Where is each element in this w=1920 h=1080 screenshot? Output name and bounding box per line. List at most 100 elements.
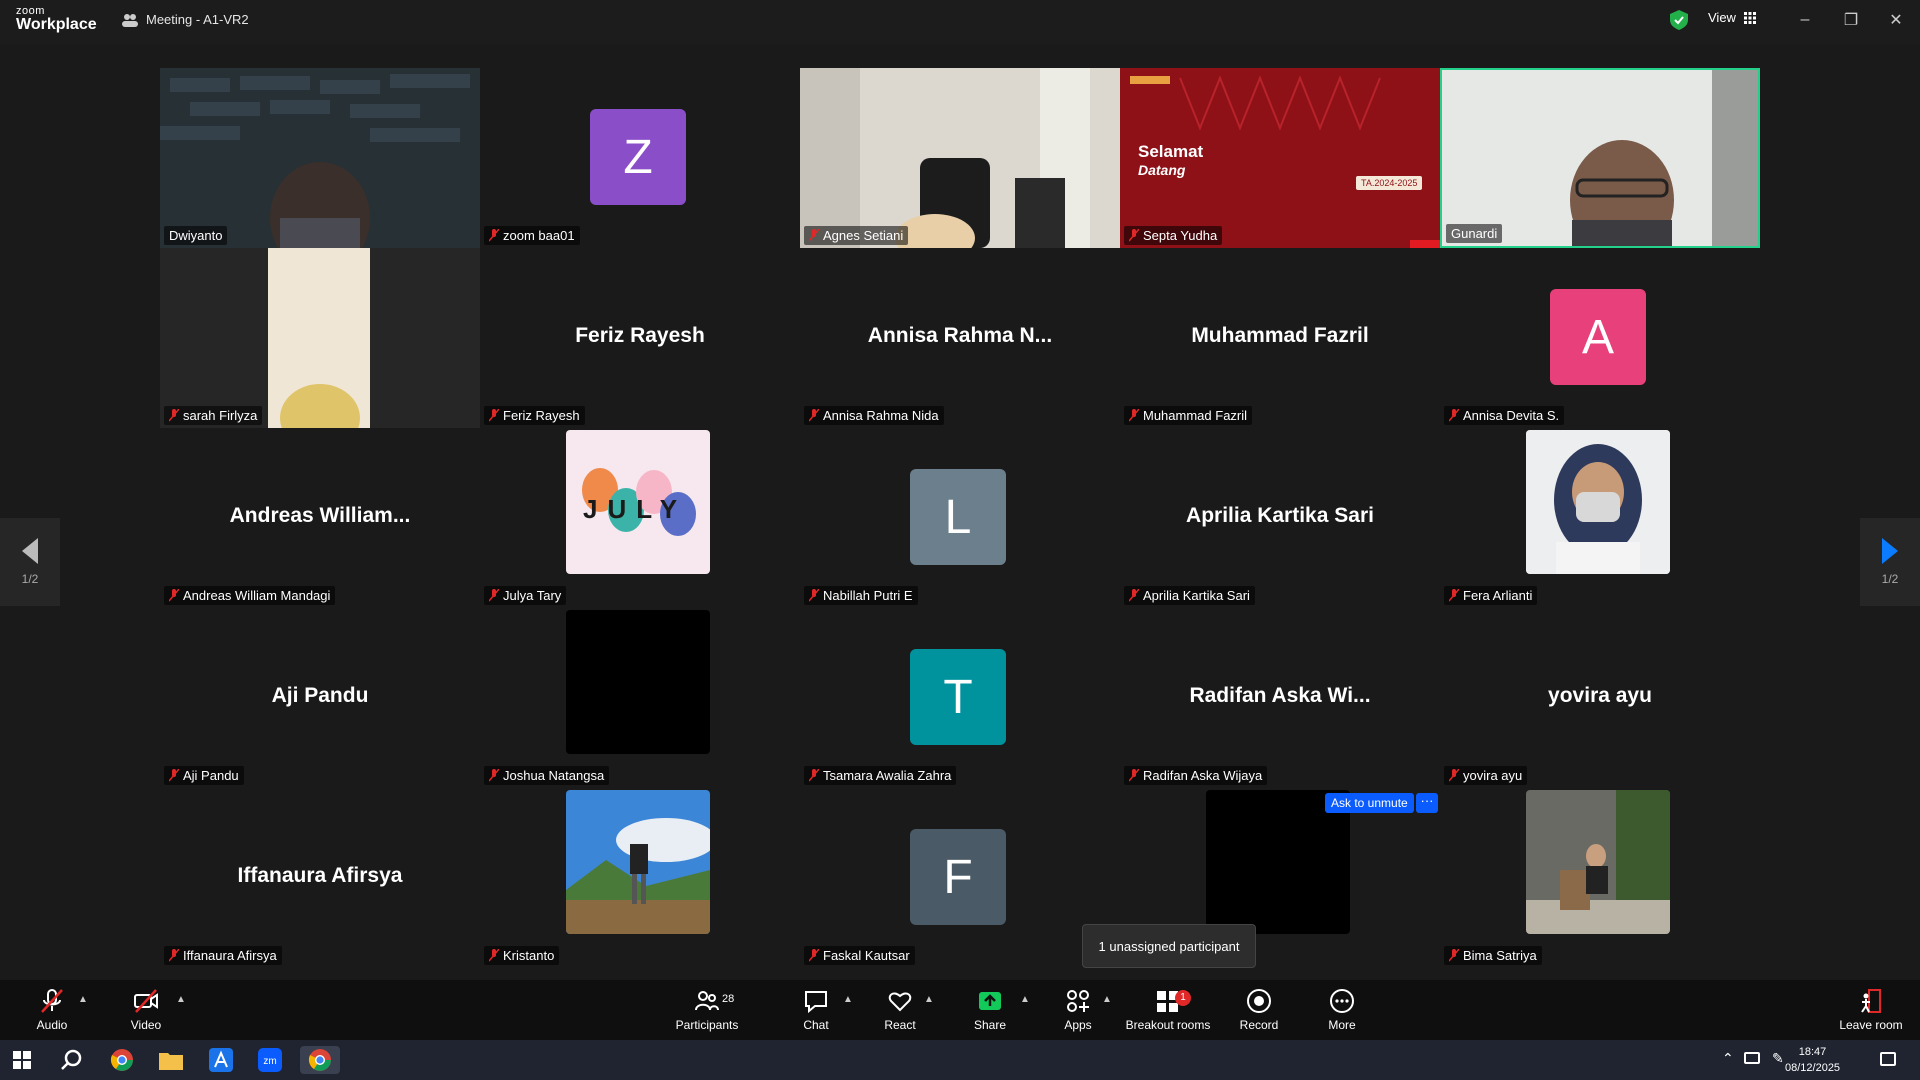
video-tile[interactable]: A Annisa Devita S. (1440, 248, 1760, 428)
video-tile[interactable]: JULY Julya Tary (480, 428, 800, 608)
share-button[interactable]: Share (970, 980, 1010, 1040)
shield-icon[interactable] (1670, 10, 1688, 30)
mic-muted-icon (1449, 949, 1459, 962)
close-icon[interactable]: ✕ (1881, 8, 1911, 32)
mic-muted-icon (489, 949, 499, 962)
video-tile[interactable]: Radifan Aska Wi... Radifan Aska Wijaya (1120, 608, 1440, 788)
video-tile[interactable]: Joshua Natangsa (480, 608, 800, 788)
participant-name: Gunardi (1446, 224, 1503, 243)
display-name: yovira ayu (1548, 684, 1652, 707)
audio-button[interactable]: Audio (30, 980, 74, 1040)
prev-page-button[interactable]: 1/2 (0, 518, 60, 606)
tile-more-options-button[interactable]: ··· (1416, 793, 1438, 813)
video-tile[interactable]: Selamat Datang TA.2024-2025 Septa Yudha (1120, 68, 1440, 248)
meeting-title[interactable]: Meeting - A1-VR2 (122, 12, 249, 27)
chevron-up-icon[interactable]: ▲ (78, 994, 88, 1005)
video-tile[interactable]: Bima Satriya (1440, 788, 1760, 968)
more-label: More (1328, 1018, 1356, 1032)
mic-muted-icon (1449, 589, 1459, 602)
mic-muted-icon (169, 769, 179, 782)
file-explorer-icon[interactable] (151, 1046, 191, 1074)
breakout-badge: 1 (1175, 990, 1191, 1006)
breakout-rooms-button[interactable]: Breakout rooms (1124, 980, 1212, 1040)
mic-muted-icon (169, 589, 179, 602)
ask-to-unmute-button[interactable]: Ask to unmute (1325, 793, 1414, 813)
room-video (800, 68, 1120, 248)
react-button[interactable]: React (880, 980, 920, 1040)
participant-name: Tsamara Awalia Zahra (804, 766, 957, 785)
clock-date: 08/12/2025 (1785, 1062, 1841, 1074)
next-page-button[interactable]: 1/2 (1860, 518, 1920, 606)
video-tile[interactable]: Muhammad Fazril Muhammad Fazril (1120, 248, 1440, 428)
grid-icon (1743, 11, 1756, 24)
meeting-title-text: Meeting - A1-VR2 (146, 12, 249, 27)
video-tile[interactable]: yovira ayu yovira ayu (1440, 608, 1760, 788)
more-icon (1330, 989, 1354, 1013)
network-icon[interactable] (1744, 1052, 1760, 1064)
search-icon[interactable] (52, 1046, 92, 1074)
chevron-up-icon[interactable]: ▲ (843, 994, 853, 1005)
participant-name: Nabillah Putri E (804, 586, 918, 605)
gallery-view: 1/2 1/2 Dwiyanto Z zoom baa01 Agnes Seti… (0, 44, 1920, 980)
view-button[interactable]: View (1708, 10, 1756, 25)
mic-muted-icon (809, 229, 819, 242)
video-tile[interactable]: Dwiyanto (160, 68, 480, 248)
video-tile[interactable]: Kristanto (480, 788, 800, 968)
participant-name: Kristanto (484, 946, 560, 965)
restore-icon[interactable]: ❐ (1836, 8, 1866, 32)
windows-start-icon[interactable] (2, 1046, 42, 1074)
display-name: Feriz Rayesh (575, 324, 705, 347)
chrome-icon[interactable] (102, 1046, 142, 1074)
video-tile[interactable]: Feriz Rayesh Feriz Rayesh (480, 248, 800, 428)
system-clock[interactable]: 18:47 08/12/2025 (1785, 1044, 1840, 1076)
video-tile-active-speaker[interactable]: Gunardi (1440, 68, 1760, 248)
video-tile[interactable]: sarah Firlyza (160, 248, 480, 428)
video-tile[interactable]: Aprilia Kartika Sari Aprilia Kartika Sar… (1120, 428, 1440, 608)
video-button[interactable]: Video (124, 980, 168, 1040)
whiteboard-video (1442, 70, 1758, 246)
video-tile[interactable]: Iffanaura Afirsya Iffanaura Afirsya (160, 788, 480, 968)
leave-room-icon (1861, 989, 1881, 1013)
avatar: A (1550, 289, 1646, 385)
leave-room-button[interactable]: Leave room (1838, 980, 1904, 1040)
video-tile[interactable]: Z zoom baa01 (480, 68, 800, 248)
chevron-up-icon[interactable]: ▲ (176, 994, 186, 1005)
title-bar: zoom Workplace Meeting - A1-VR2 View – ❐… (0, 0, 1920, 44)
page-indicator-right: 1/2 (1881, 572, 1899, 586)
record-button[interactable]: Record (1238, 980, 1280, 1040)
video-tile[interactable]: Andreas William... Andreas William Manda… (160, 428, 480, 608)
participants-button[interactable]: Participants (670, 980, 744, 1040)
mic-muted-icon (809, 949, 819, 962)
apps-button[interactable]: Apps (1058, 980, 1098, 1040)
chevron-up-icon[interactable]: ▲ (924, 994, 934, 1005)
mic-muted-icon (489, 229, 499, 242)
pen-icon[interactable]: ✎ (1772, 1050, 1784, 1067)
minimize-icon[interactable]: – (1790, 8, 1820, 32)
participant-name: Aji Pandu (164, 766, 244, 785)
more-button[interactable]: More (1322, 980, 1362, 1040)
display-name: Andreas William... (229, 504, 411, 527)
chevron-up-icon[interactable]: ▲ (1102, 994, 1112, 1005)
participant-name: Julya Tary (484, 586, 567, 605)
chevron-up-icon[interactable]: ▲ (1020, 994, 1030, 1005)
participant-name: Joshua Natangsa (484, 766, 610, 785)
video-tile[interactable]: F Faskal Kautsar (800, 788, 1120, 968)
participant-name: sarah Firlyza (164, 406, 263, 425)
video-tile[interactable]: Annisa Rahma N... Annisa Rahma Nida (800, 248, 1120, 428)
video-tile[interactable]: Fera Arlianti (1440, 428, 1760, 608)
display-name: Iffanaura Afirsya (237, 864, 403, 887)
logo-bottom: Workplace (16, 16, 97, 33)
zoom-app-icon[interactable]: zm (250, 1046, 290, 1074)
display-name: Muhammad Fazril (1191, 324, 1369, 347)
chat-button[interactable]: Chat (796, 980, 836, 1040)
video-tile[interactable]: Agnes Setiani (800, 68, 1120, 248)
video-tile[interactable]: Aji Pandu Aji Pandu (160, 608, 480, 788)
azure-icon[interactable] (201, 1046, 241, 1074)
participant-name: zoom baa01 (484, 226, 580, 245)
video-tile[interactable]: T Tsamara Awalia Zahra (800, 608, 1120, 788)
tray-chevron-up-icon[interactable]: ⌃ (1722, 1050, 1734, 1067)
chrome-active-icon[interactable] (300, 1046, 340, 1074)
notification-icon[interactable] (1880, 1052, 1896, 1066)
clock-time: 18:47 (1798, 1046, 1827, 1058)
video-tile[interactable]: L Nabillah Putri E (800, 428, 1120, 608)
